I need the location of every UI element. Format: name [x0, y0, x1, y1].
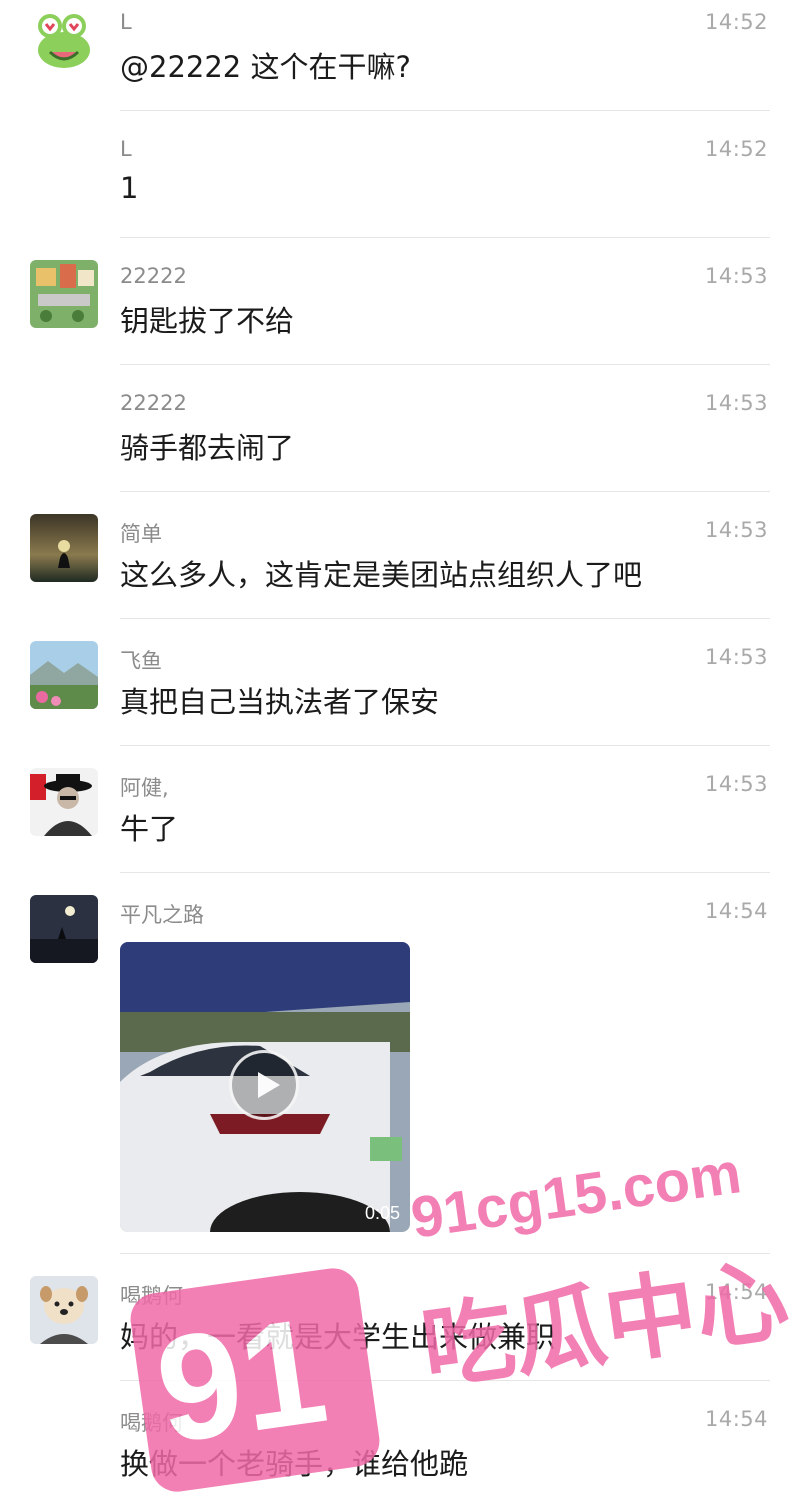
- message-text[interactable]: 真把自己当执法者了保安: [120, 679, 439, 721]
- divider: [120, 364, 770, 365]
- message-time: 14:53: [704, 264, 768, 288]
- play-icon[interactable]: [229, 1050, 299, 1120]
- frog-avatar[interactable]: [30, 6, 98, 74]
- divider: [120, 110, 770, 111]
- sender-name: L: [120, 137, 132, 161]
- video-duration: 0:05: [364, 1203, 400, 1223]
- sunset-silhouette-avatar[interactable]: [30, 514, 98, 582]
- sender-name: 喝鹅何: [120, 1411, 183, 1435]
- divider: [120, 618, 770, 619]
- cartoon-town-avatar[interactable]: [30, 260, 98, 328]
- dog-avatar[interactable]: [30, 1276, 98, 1344]
- message-time: 14:53: [704, 645, 768, 669]
- sender-name: 平凡之路: [120, 903, 204, 927]
- message-text[interactable]: 换做一个老骑手，谁给他跪: [120, 1441, 468, 1483]
- sender-name: 阿健,: [120, 776, 169, 800]
- divider: [120, 745, 770, 746]
- video-message[interactable]: 0:05: [120, 942, 410, 1232]
- man-in-hat-avatar[interactable]: [30, 768, 98, 836]
- night-road-avatar[interactable]: [30, 895, 98, 963]
- message-time: 14:53: [704, 518, 768, 542]
- message-text[interactable]: 1: [120, 171, 138, 205]
- message-text[interactable]: 这么多人，这肯定是美团站点组织人了吧: [120, 552, 642, 594]
- message-time: 14:54: [704, 899, 768, 923]
- message-text[interactable]: 钥匙拔了不给: [120, 298, 294, 340]
- landscape-avatar[interactable]: [30, 641, 98, 709]
- sender-name: 飞鱼: [120, 649, 162, 673]
- divider: [120, 491, 770, 492]
- divider: [120, 872, 770, 873]
- message-text[interactable]: 骑手都去闹了: [120, 425, 294, 467]
- message-time: 14:52: [704, 10, 768, 34]
- divider: [120, 1253, 770, 1254]
- message-time: 14:54: [704, 1407, 768, 1431]
- divider: [120, 1380, 770, 1381]
- message-text[interactable]: 妈的，一看就是大学生出来做兼职: [120, 1314, 555, 1356]
- sender-name: 简单: [120, 522, 162, 546]
- message-time: 14:53: [704, 391, 768, 415]
- message-text[interactable]: @22222 这个在干嘛?: [120, 44, 411, 86]
- message-time: 14:54: [704, 1280, 768, 1304]
- sender-name: 22222: [120, 264, 187, 288]
- sender-name: 22222: [120, 391, 187, 415]
- message-text[interactable]: 牛了: [120, 806, 178, 848]
- divider: [120, 237, 770, 238]
- sender-name: L: [120, 10, 132, 34]
- watermark-url: 91cg15.com: [407, 1140, 746, 1251]
- message-time: 14:53: [704, 772, 768, 796]
- message-time: 14:52: [704, 137, 768, 161]
- sender-name: 喝鹅何: [120, 1284, 183, 1308]
